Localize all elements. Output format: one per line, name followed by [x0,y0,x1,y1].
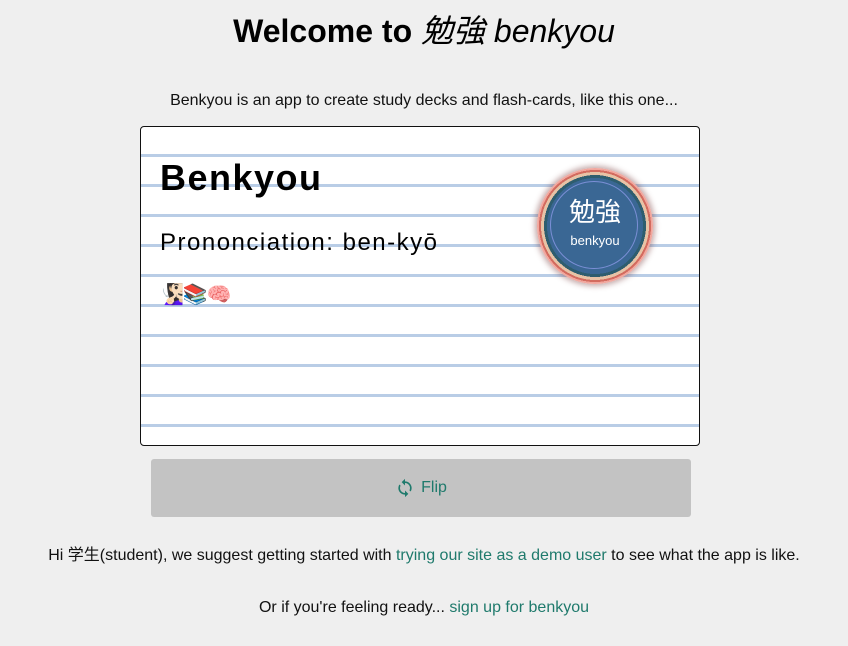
refresh-icon [395,478,415,498]
benkyou-logo-badge: 勉強 benkyou [537,168,653,284]
demo-user-link[interactable]: trying our site as a demo user [396,547,607,564]
card-emoji-row: 🧏🏻‍♀️📚🧠 [159,284,232,306]
flash-card: Benkyou Prononciation: ben-kyō 🧏🏻‍♀️📚🧠 勉… [140,126,700,446]
flip-button-label: Flip [421,479,447,496]
card-title: Benkyou [160,157,323,198]
flip-button[interactable]: Flip [151,459,691,517]
page-title-prefix: Welcome to [233,13,421,49]
card-pronunciation: Prononciation: ben-kyō [160,229,439,256]
suggestion-text: Hi 学生(student), we suggest getting start… [0,546,848,566]
page-title-brand: 勉強 benkyou [421,13,615,49]
intro-text: Benkyou is an app to create study decks … [170,92,678,109]
signup-prefix: Or if you're feeling ready... [258,599,450,616]
suggestion-suffix: to see what the app is like. [606,547,800,564]
badge-label: benkyou [570,233,620,248]
signup-text: Or if you're feeling ready... sign up fo… [0,598,848,618]
suggestion-prefix: Hi 学生(student), we suggest getting start… [48,547,396,564]
badge-kanji: 勉強 [568,198,621,228]
page-title: Welcome to 勉強 benkyou [0,11,848,51]
signup-link[interactable]: sign up for benkyou [449,599,589,616]
